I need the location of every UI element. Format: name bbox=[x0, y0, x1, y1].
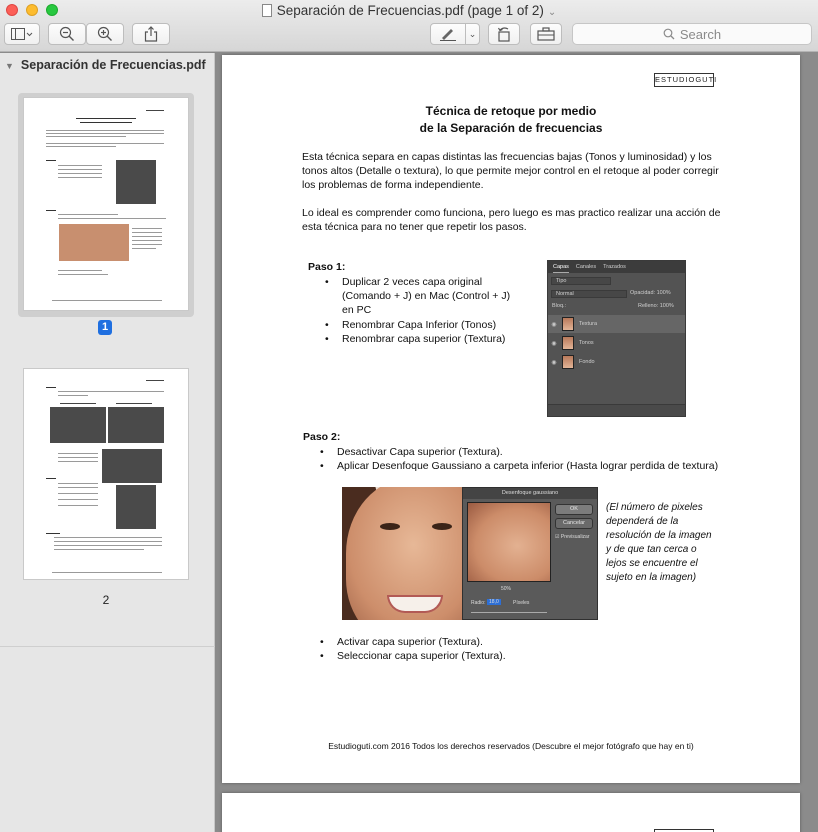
window-title-text: Separación de Frecuencias.pdf (page 1 of… bbox=[276, 3, 544, 18]
step-1-label: Paso 1: bbox=[308, 261, 346, 273]
pdf-page-2 bbox=[222, 793, 800, 832]
sidebar-file-header[interactable]: ▼ Separación de Frecuencias.pdf bbox=[0, 53, 215, 77]
image-caption: (El número de pixeles dependerá de la re… bbox=[606, 502, 712, 583]
step-2-item: • Aplicar Desenfoque Gaussiano a carpeta … bbox=[320, 460, 719, 472]
dialog-title: Desenfoque gaussiano bbox=[463, 488, 597, 499]
layers-panel-tabs: Capas Canales Trazados bbox=[548, 261, 685, 273]
layer-thumbnail bbox=[562, 336, 574, 350]
sidebar-file-name: Separación de Frecuencias.pdf bbox=[20, 58, 206, 72]
page-thumbnail-1[interactable] bbox=[23, 97, 189, 311]
step-1-item: • Renombrar capa superior (Textura) bbox=[325, 333, 506, 345]
search-placeholder: Search bbox=[679, 26, 722, 42]
markup-menu-chevron-icon[interactable]: ⌄ bbox=[465, 24, 479, 44]
step-2-label: Paso 2: bbox=[303, 431, 341, 443]
toolbox-icon bbox=[537, 27, 555, 41]
share-icon bbox=[144, 26, 158, 42]
layers-panel-footer bbox=[548, 404, 685, 416]
radius-label: Radio: bbox=[471, 600, 486, 606]
sidebar-toggle-button[interactable] bbox=[4, 23, 40, 45]
markup-button[interactable]: ⌄ bbox=[430, 23, 480, 45]
dialog-ok-button: OK bbox=[555, 504, 593, 515]
preview-checkbox: ☑ Previsualizar bbox=[555, 534, 590, 540]
pen-icon bbox=[440, 29, 456, 41]
step-1-item: • Renombrar Capa Inferior (Tonos) bbox=[325, 319, 497, 331]
zoom-in-icon bbox=[97, 26, 112, 41]
visibility-eye-icon: ◉ bbox=[551, 359, 557, 366]
title-menu-chevron-icon[interactable]: ⌄ bbox=[548, 7, 556, 18]
dialog-preview bbox=[467, 502, 551, 582]
layers-panel-image: Capas Canales Trazados Tipo Normal Opaci… bbox=[547, 260, 686, 417]
page-number-1[interactable]: 1 bbox=[98, 320, 112, 335]
lock-label: Bloq.: bbox=[552, 303, 567, 309]
gaussian-blur-dialog: Desenfoque gaussiano OK Cancelar ☑ Previ… bbox=[462, 487, 598, 620]
step-3-item: • Activar capa superior (Textura). bbox=[320, 636, 483, 648]
eye-shape bbox=[380, 523, 400, 530]
layer-row: ◉ Textura bbox=[548, 315, 685, 333]
page-footer: Estudioguti.com 2016 Todos los derechos … bbox=[328, 741, 694, 751]
share-button[interactable] bbox=[132, 23, 170, 45]
radius-slider bbox=[471, 612, 547, 613]
fill-value: Relleno: 100% bbox=[638, 303, 674, 309]
layer-thumbnail bbox=[562, 317, 574, 331]
studio-logo: ESTUDIOGUTI bbox=[654, 73, 716, 87]
sidebar-icon bbox=[11, 28, 33, 40]
document-title: Técnica de retoque por medio de la Separ… bbox=[222, 103, 800, 137]
opacity-value: Opacidad: 100% bbox=[630, 290, 671, 296]
intro-paragraph: Esta técnica separa en capas distintas l… bbox=[302, 151, 719, 191]
toolbox-button[interactable] bbox=[530, 23, 562, 45]
blend-mode: Normal bbox=[551, 290, 627, 298]
rotate-button[interactable] bbox=[488, 23, 520, 45]
window-titlebar: Separación de Frecuencias.pdf (page 1 of… bbox=[0, 0, 818, 52]
step-2-item: • Desactivar Capa superior (Textura). bbox=[320, 446, 503, 458]
document-view[interactable]: ESTUDIOGUTI Técnica de retoque por medio… bbox=[216, 53, 818, 832]
dialog-cancel-button: Cancelar bbox=[555, 518, 593, 529]
layer-thumbnail bbox=[562, 355, 574, 369]
search-field[interactable]: Search bbox=[572, 23, 812, 45]
zoom-in-button[interactable] bbox=[86, 23, 124, 45]
dialog-zoom: 50% bbox=[501, 586, 512, 592]
kind-filter: Tipo bbox=[551, 277, 611, 285]
radius-input: 18,0 bbox=[487, 599, 501, 605]
title-line-1: Técnica de retoque por medio bbox=[425, 104, 597, 118]
ideal-paragraph: Lo ideal es comprender como funciona, pe… bbox=[302, 207, 721, 233]
step-3-item: • Seleccionar capa superior (Textura). bbox=[320, 650, 506, 662]
rotate-icon bbox=[497, 27, 510, 42]
page-number-2[interactable]: 2 bbox=[96, 593, 116, 607]
zoom-out-button[interactable] bbox=[48, 23, 86, 45]
eye-shape bbox=[432, 523, 452, 530]
layer-row: ◉ Tonos bbox=[548, 334, 685, 352]
pdf-document-icon bbox=[261, 4, 272, 17]
visibility-eye-icon: ◉ bbox=[551, 321, 557, 328]
visibility-eye-icon: ◉ bbox=[551, 340, 557, 347]
window-title[interactable]: Separación de Frecuencias.pdf (page 1 of… bbox=[0, 2, 818, 21]
portrait-photo: Desenfoque gaussiano OK Cancelar ☑ Previ… bbox=[342, 487, 598, 620]
layer-row: ◉ Fondo bbox=[548, 353, 685, 371]
step-1-item: • Duplicar 2 veces capa original (Comando… bbox=[325, 276, 511, 316]
sidebar-divider bbox=[0, 646, 215, 647]
title-line-2: de la Separación de frecuencias bbox=[419, 121, 603, 135]
page-thumbnail-2[interactable] bbox=[23, 368, 189, 580]
disclosure-triangle-icon[interactable]: ▼ bbox=[5, 61, 14, 71]
search-icon bbox=[663, 28, 675, 40]
zoom-out-icon bbox=[59, 26, 74, 41]
thumbnail-sidebar: ▼ Separación de Frecuencias.pdf 1 2 bbox=[0, 53, 215, 832]
pdf-page-1: ESTUDIOGUTI Técnica de retoque por medio… bbox=[222, 55, 800, 783]
radius-unit: Píxeles bbox=[513, 600, 530, 606]
